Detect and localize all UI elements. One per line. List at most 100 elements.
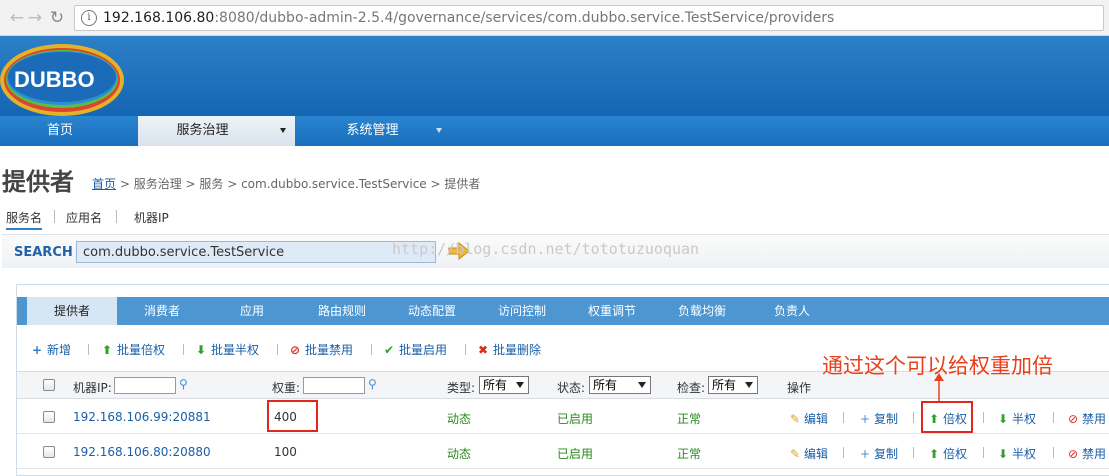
divider [371,344,372,355]
breadcrumb-home-link[interactable]: 首页 [92,177,116,191]
search-tab-app-name[interactable]: 应用名 [66,209,102,226]
tab-weight-adjust[interactable]: 权重调节 [567,297,657,325]
plus-icon: + [31,343,43,357]
forward-icon[interactable]: → [24,7,46,29]
edit-button[interactable]: ✎ 编辑 [789,410,828,427]
half-weight-button[interactable]: ⬇ 半权 [997,445,1036,462]
divider [1053,447,1054,458]
chevron-down-icon [280,128,286,133]
search-icon[interactable]: ⚲ [179,377,188,391]
header-banner: DUBBO [0,36,1109,116]
copy-button[interactable]: + 复制 [859,445,898,462]
menu-home[interactable]: 首页 [0,116,120,146]
info-icon[interactable]: i [81,10,97,26]
search-tab-machine-ip[interactable]: 机器IP [134,209,169,226]
arrow-up-icon: ⬆ [928,447,940,461]
row-checkbox[interactable] [43,411,55,423]
tab-bar: 提供者 消费者 应用 路由规则 动态配置 访问控制 权重调节 负载均衡 负责人 [17,297,1109,325]
check-value: 正常 [677,412,702,426]
search-tab-service-name[interactable]: 服务名 [6,209,43,230]
header-operations: 操作 [787,381,812,395]
ban-icon: ⊘ [289,343,301,357]
weight-filter-input[interactable] [303,377,365,394]
page-title: 提供者 [2,168,74,196]
provider-ip-link[interactable]: 192.168.106.99:20881 [73,410,211,424]
divider [913,412,914,423]
browser-toolbar: ← → ↻ i 192.168.106.80:8080/dubbo-admin-… [0,0,1109,36]
url-text: 192.168.106.80:8080/dubbo-admin-2.5.4/go… [103,10,835,26]
ip-filter-input[interactable] [114,377,176,394]
tab-consumers[interactable]: 消费者 [117,297,207,325]
select-all-checkbox[interactable] [43,379,55,391]
batch-disable-button[interactable]: ⊘ 批量禁用 [289,341,353,358]
logo-text: DUBBO [14,67,95,92]
check-filter-select[interactable]: 所有 [708,376,758,394]
status-filter-select[interactable]: 所有 [589,376,651,394]
plus-icon: + [859,447,871,461]
batch-double-weight-button[interactable]: ⬆ 批量倍权 [101,341,165,358]
pencil-icon: ✎ [789,447,801,461]
divider [465,344,466,355]
weight-value: 100 [274,445,297,459]
divider [1053,412,1054,423]
tab-providers[interactable]: 提供者 [27,297,117,325]
check-icon: ✔ [383,343,395,357]
arrow-up-icon: ⬆ [101,343,113,357]
divider [277,344,278,355]
add-button[interactable]: + 新增 [31,341,71,358]
watermark: http://blog.csdn.net/tototuzuoquan [392,240,700,258]
annotation-note: 通过这个可以给权重加倍 [822,354,1053,378]
menu-service-governance[interactable]: 服务治理 [138,116,295,146]
divider [913,447,914,458]
divider [983,412,984,423]
tab-owners[interactable]: 负责人 [747,297,837,325]
type-value: 动态 [447,412,472,426]
batch-enable-button[interactable]: ✔ 批量启用 [383,341,447,358]
header-type: 类型: [447,381,476,395]
divider [116,210,117,223]
arrow-down-icon: ⬇ [997,412,1009,426]
status-value: 已启用 [557,447,594,461]
plus-icon: + [859,412,871,426]
weight-highlight-box [267,400,318,432]
arrow-down-icon: ⬇ [195,343,207,357]
tab-load-balance[interactable]: 负载均衡 [657,297,747,325]
chevron-down-icon [745,382,753,388]
header-weight: 权重: [272,381,301,395]
tab-access-control[interactable]: 访问控制 [477,297,567,325]
menu-system-management[interactable]: 系统管理 [296,116,453,146]
row-checkbox[interactable] [43,446,55,458]
tab-dynamic-config[interactable]: 动态配置 [387,297,477,325]
divider [983,447,984,458]
status-value: 已启用 [557,412,594,426]
disable-button[interactable]: ⊘ 禁用 [1067,445,1106,462]
double-weight-button[interactable]: ⬆ 倍权 [928,445,967,462]
copy-button[interactable]: + 复制 [859,410,898,427]
type-value: 动态 [447,447,472,461]
reload-icon[interactable]: ↻ [46,7,68,29]
divider [54,210,55,223]
dubbo-logo: DUBBO [0,44,124,116]
tab-applications[interactable]: 应用 [207,297,297,325]
search-icon[interactable]: ⚲ [368,377,377,391]
close-icon: ✖ [477,343,489,357]
pencil-icon: ✎ [789,412,801,426]
half-weight-button[interactable]: ⬇ 半权 [997,410,1036,427]
tab-routes[interactable]: 路由规则 [297,297,387,325]
batch-half-weight-button[interactable]: ⬇ 批量半权 [195,341,259,358]
chevron-down-icon [638,382,646,388]
disable-button[interactable]: ⊘ 禁用 [1067,410,1106,427]
double-weight-highlight-box [921,401,973,433]
check-value: 正常 [677,447,702,461]
search-input[interactable] [76,241,436,263]
edit-button[interactable]: ✎ 编辑 [789,445,828,462]
arrow-down-icon: ⬇ [997,447,1009,461]
chevron-down-icon [436,128,442,133]
address-bar[interactable]: i 192.168.106.80:8080/dubbo-admin-2.5.4/… [74,5,1104,31]
divider [843,447,844,458]
type-filter-select[interactable]: 所有 [479,376,529,394]
ban-icon: ⊘ [1067,447,1079,461]
table-row: 192.168.106.80:20880 100 动态 已启用 正常 ✎ 编辑 +… [17,435,1109,469]
provider-ip-link[interactable]: 192.168.106.80:20880 [73,445,211,459]
batch-delete-button[interactable]: ✖ 批量删除 [477,341,541,358]
